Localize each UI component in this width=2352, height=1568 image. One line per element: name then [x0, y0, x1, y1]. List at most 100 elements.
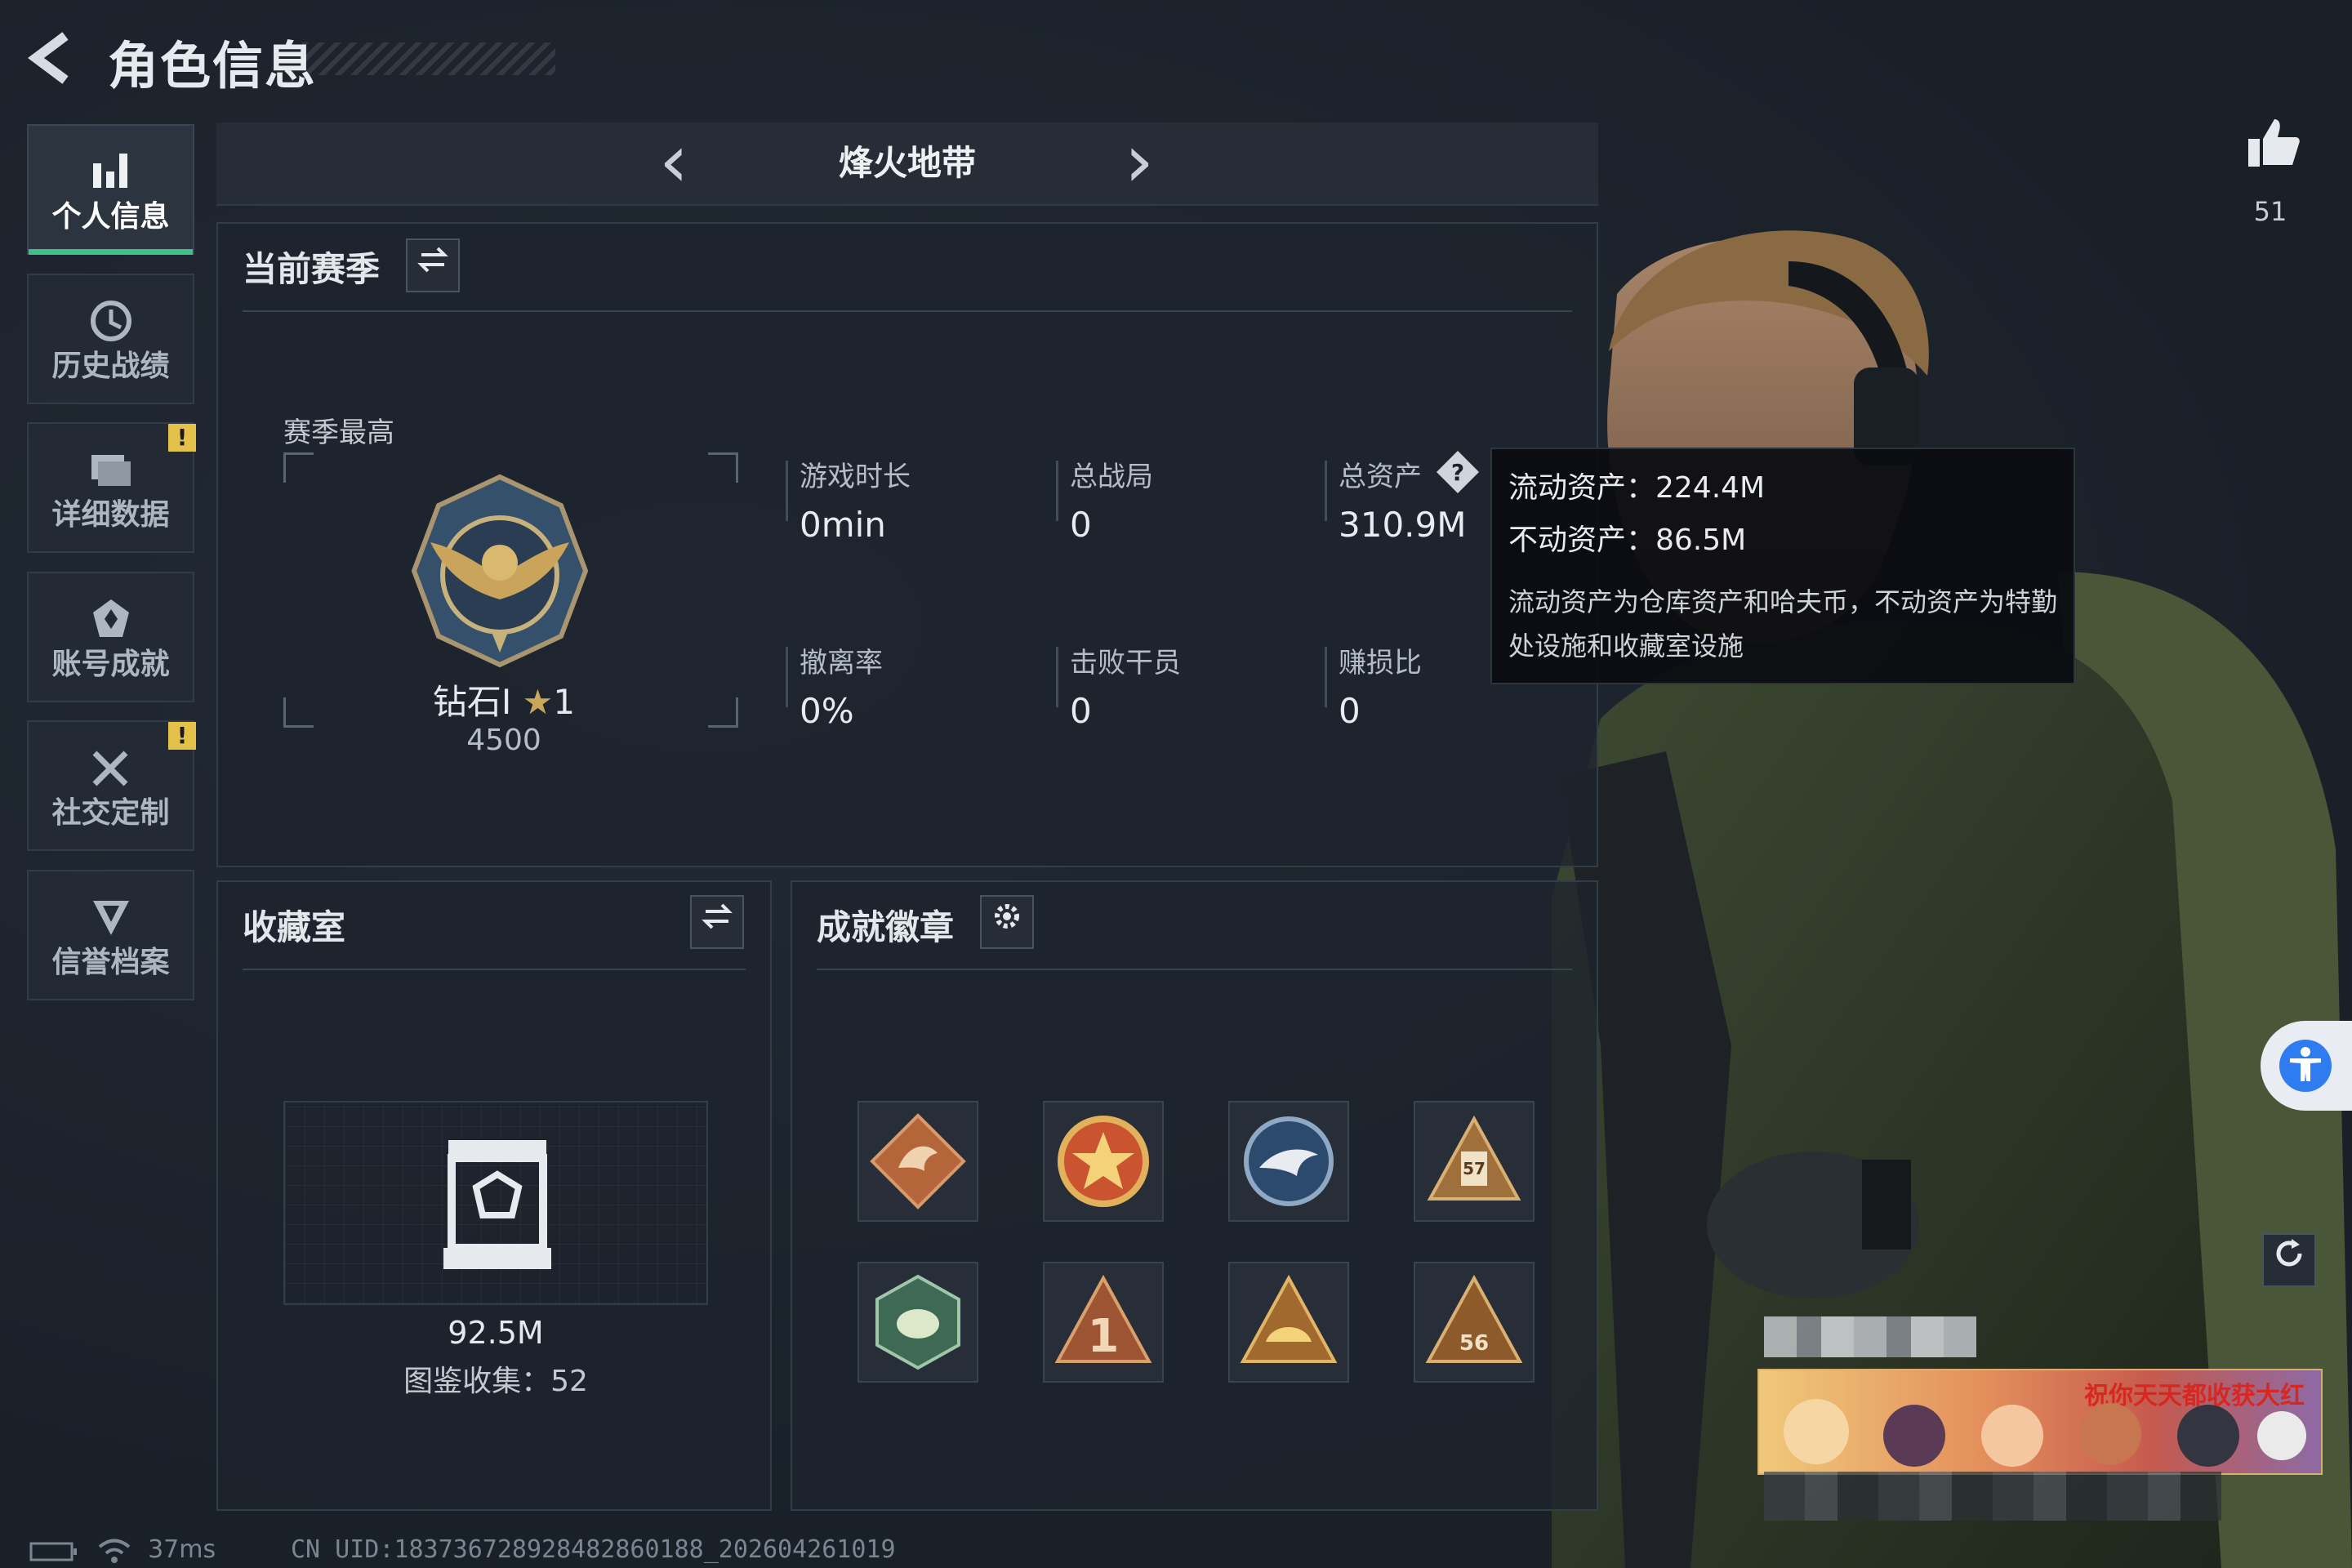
- back-arrow-icon: [28, 32, 69, 84]
- badge-slot[interactable]: [1228, 1262, 1349, 1383]
- sidebar-item-label: 历史战绩: [51, 350, 170, 383]
- sidebar-item-label: 账号成就: [51, 648, 170, 681]
- frame-corner: [708, 697, 738, 728]
- back-button[interactable]: [24, 29, 90, 95]
- diamond-rank-emblem: [411, 474, 589, 668]
- accessibility-button[interactable]: [2261, 1021, 2352, 1111]
- mode-next-button[interactable]: ›: [1107, 122, 1172, 204]
- frame-corner: [708, 452, 738, 483]
- cargo-badge-number: 57: [1463, 1159, 1486, 1178]
- season-panel: 当前赛季 赛季最高 钻石I ★1 4500 游戏时长 0min 总战局 0 总资…: [216, 222, 1598, 867]
- badges-title: 成就徽章: [817, 907, 955, 947]
- stat-label: 击败干员: [1070, 647, 1181, 679]
- promo-banner[interactable]: 祝你天天都收获大红: [1757, 1369, 2323, 1475]
- stat-label: 游戏时长: [800, 461, 911, 493]
- badge-slot[interactable]: 1: [1043, 1262, 1164, 1383]
- character-portrait: [1552, 230, 2352, 1568]
- stat-value: 310.9M: [1339, 505, 1467, 545]
- svg-text:?: ?: [1451, 459, 1464, 486]
- battery-icon: [29, 1542, 77, 1561]
- rank-star-icon: ★: [522, 682, 554, 722]
- number-one-badge-icon: 1: [1054, 1274, 1152, 1363]
- numbered-badge-number: 56: [1459, 1331, 1489, 1356]
- warning-badge: !: [168, 424, 196, 452]
- tooltip-description: 流动资产为仓库资产和哈夫币，不动资产为特勤处设施和收藏室设施: [1508, 586, 2058, 662]
- badge-slot[interactable]: [858, 1101, 978, 1222]
- badge-slot[interactable]: [858, 1262, 978, 1383]
- mode-title: 烽火地带: [838, 143, 976, 183]
- page-title: 角色信息: [108, 36, 318, 96]
- sidebar-item-label: 个人信息: [51, 200, 170, 234]
- divider: [243, 310, 1572, 312]
- title-decoration: [302, 42, 555, 75]
- stat-label: 总资产: [1339, 461, 1422, 493]
- user-uid: CN UID:183736728928482860188_20260426101…: [291, 1535, 896, 1564]
- rank-score: 4500: [466, 724, 541, 757]
- collection-title: 收藏室: [243, 907, 346, 947]
- rank-stars: 1: [553, 682, 576, 722]
- star-medal-badge-icon: [1058, 1116, 1149, 1207]
- divider: [817, 969, 1572, 970]
- tooltip-liquid: 流动资产：224.4M: [1508, 471, 1766, 505]
- banner-illustration: [1784, 1399, 2306, 1467]
- collection-panel: 收藏室 92.5M 图鉴收集：52: [216, 880, 772, 1511]
- stat-divider: [1056, 647, 1058, 707]
- one-badge-number: 1: [1088, 1310, 1120, 1363]
- display-case-icon: [443, 1140, 551, 1269]
- badges-settings-button[interactable]: [980, 895, 1034, 949]
- wifi-icon: [98, 1539, 130, 1563]
- divider: [243, 969, 746, 970]
- frame-corner: [283, 452, 314, 483]
- sidebar-item-label: 详细数据: [51, 498, 170, 532]
- rotate-view-button[interactable]: [2262, 1233, 2316, 1287]
- sidebar-item-achievements[interactable]: 账号成就: [27, 572, 194, 702]
- sidebar-item-personal-info[interactable]: 个人信息: [27, 124, 194, 255]
- like-button[interactable]: [2241, 114, 2306, 180]
- stat-value: 0min: [800, 505, 886, 545]
- cargo-badge-icon: 57: [1427, 1115, 1521, 1200]
- stat-divider: [1325, 647, 1327, 707]
- ping-value: 37ms: [148, 1535, 216, 1564]
- sidebar-item-credit[interactable]: 信誉档案: [27, 870, 194, 1000]
- hat-badge-icon: [1240, 1274, 1338, 1363]
- frame-corner: [283, 697, 314, 728]
- warning-badge: !: [168, 722, 196, 750]
- swap-icon: [417, 247, 448, 273]
- stat-value: 0: [1070, 505, 1092, 545]
- season-switch-button[interactable]: [406, 238, 460, 292]
- numbered-badge-icon: 56: [1425, 1274, 1523, 1363]
- stat-divider: [1325, 461, 1327, 521]
- stat-value: 0: [1339, 691, 1361, 731]
- stat-divider: [786, 647, 788, 707]
- badge-slot[interactable]: [1228, 1101, 1349, 1222]
- stat-divider: [786, 461, 788, 521]
- sidebar-item-label: 信誉档案: [51, 946, 170, 979]
- blurred-name-plate: [1764, 1316, 1976, 1357]
- stat-value: 0%: [800, 691, 854, 731]
- collection-value: 92.5M: [448, 1315, 544, 1351]
- asset-tooltip: 流动资产：224.4M 不动资产：86.5M 流动资产为仓库资产和哈夫币，不动资…: [1490, 448, 2075, 684]
- badge-slot[interactable]: 57: [1414, 1101, 1535, 1222]
- rank-name-row: 钻石I ★1: [377, 675, 630, 724]
- stat-label: 总战局: [1070, 461, 1153, 493]
- sidebar-item-history[interactable]: 历史战绩: [27, 274, 194, 404]
- stat-divider: [1056, 461, 1058, 521]
- rank-name: 钻石I: [432, 682, 512, 722]
- season-title: 当前赛季: [243, 249, 381, 289]
- stat-label: 赚损比: [1339, 647, 1422, 679]
- collection-showcase[interactable]: [283, 1101, 708, 1305]
- collection-progress: 图鉴收集：52: [403, 1365, 588, 1398]
- hornet-badge-icon: [875, 1274, 960, 1370]
- badge-slot[interactable]: [1043, 1101, 1164, 1222]
- badges-panel: 成就徽章 57 1 56: [791, 880, 1598, 1511]
- like-count: 51: [2253, 196, 2287, 227]
- sidebar-item-details[interactable]: 详细数据 !: [27, 422, 196, 553]
- asset-help-icon[interactable]: ?: [1435, 449, 1481, 495]
- stat-value: 0: [1070, 691, 1092, 731]
- dragon-badge-icon: [870, 1113, 966, 1209]
- eagle-badge-icon: [1244, 1116, 1334, 1206]
- collection-switch-button[interactable]: [690, 895, 744, 949]
- sidebar-item-social[interactable]: 社交定制 !: [27, 720, 196, 851]
- badge-slot[interactable]: 56: [1414, 1262, 1535, 1383]
- accessibility-icon: [2279, 1040, 2332, 1092]
